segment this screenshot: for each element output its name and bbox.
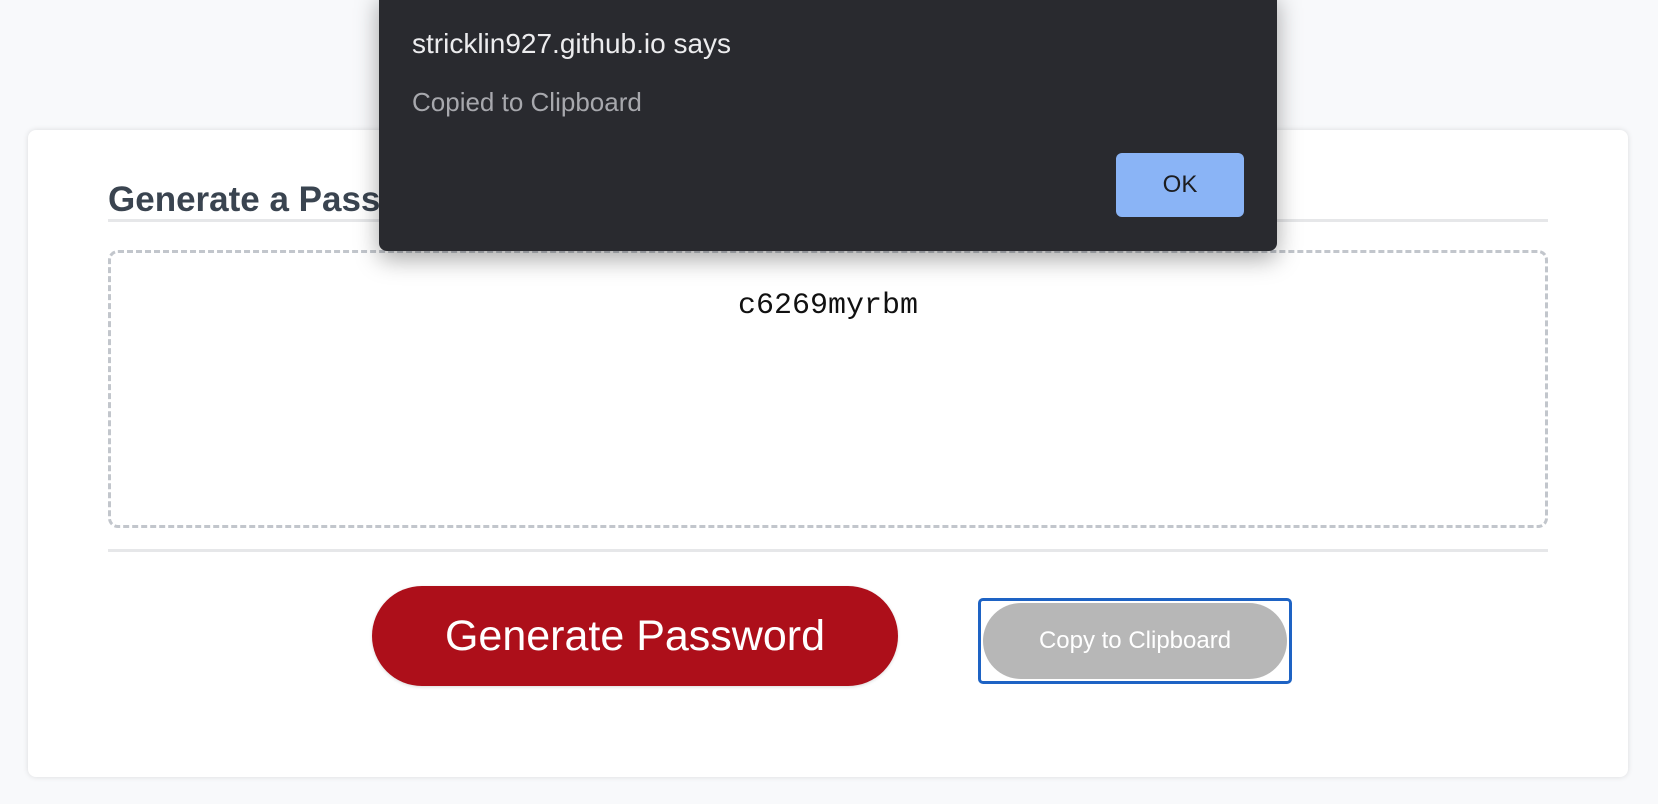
alert-dialog: stricklin927.github.io says Copied to Cl… xyxy=(379,0,1277,251)
dialog-title: stricklin927.github.io says xyxy=(412,28,732,59)
ok-button[interactable]: OK xyxy=(1116,153,1244,217)
card-divider xyxy=(108,549,1548,552)
password-textarea[interactable]: c6269myrbm xyxy=(108,250,1548,528)
generate-password-button[interactable]: Generate Password xyxy=(372,586,898,686)
copy-button-focus-ring: Copy to Clipboard xyxy=(978,598,1292,684)
password-output: c6269myrbm xyxy=(737,289,919,323)
dialog-message: Copied to Clipboard xyxy=(412,87,642,117)
copy-to-clipboard-button[interactable]: Copy to Clipboard xyxy=(983,603,1287,679)
